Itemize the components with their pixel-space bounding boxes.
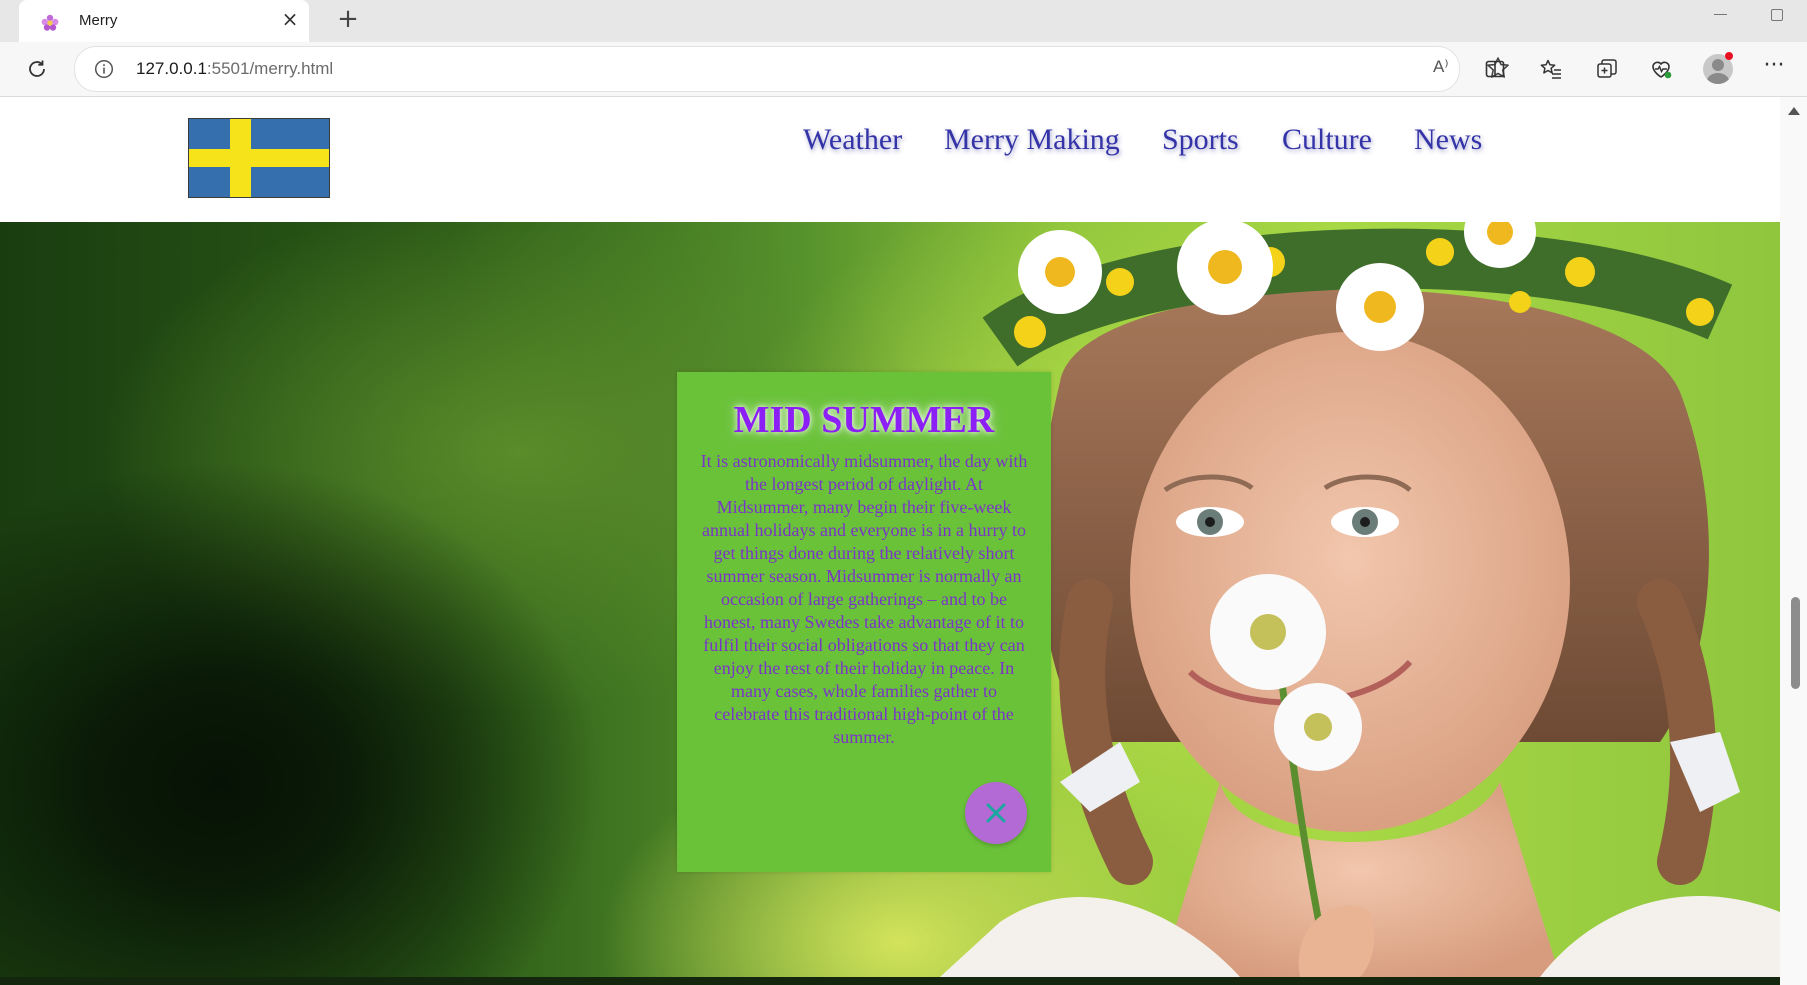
- reload-icon[interactable]: [21, 53, 53, 85]
- favorites-icon[interactable]: [1535, 53, 1567, 85]
- next-section-edge: [0, 977, 1780, 985]
- browser-toolbar: 127.0.0.1:5501/merry.html A⁾ ···: [0, 42, 1807, 97]
- split-screen-icon[interactable]: [1479, 53, 1511, 85]
- nav-link-news[interactable]: News: [1414, 123, 1482, 157]
- card-body-text: It is astronomically midsummer, the day …: [700, 451, 1028, 747]
- nav-link-sports[interactable]: Sports: [1162, 123, 1239, 157]
- tab-title: Merry: [79, 12, 118, 29]
- close-icon: [986, 803, 1006, 823]
- read-aloud-icon[interactable]: A⁾: [1433, 57, 1459, 81]
- browser-essentials-heart-icon[interactable]: [1645, 53, 1677, 85]
- page-viewport: Weather Merry Making Sports Culture News: [0, 97, 1780, 985]
- address-bar[interactable]: 127.0.0.1:5501/merry.html A⁾: [74, 46, 1509, 92]
- site-header: Weather Merry Making Sports Culture News: [0, 97, 1780, 222]
- page-scrollbar[interactable]: [1780, 97, 1807, 985]
- main-nav: Weather Merry Making Sports Culture News: [0, 123, 1780, 163]
- hero-photo-girl-with-flower-crown: [940, 222, 1780, 977]
- collections-icon[interactable]: [1591, 53, 1623, 85]
- url-host: 127.0.0.1: [136, 59, 207, 78]
- nav-link-merry-making[interactable]: Merry Making: [944, 123, 1120, 157]
- url-text[interactable]: 127.0.0.1:5501/merry.html: [136, 59, 333, 79]
- nav-link-weather[interactable]: Weather: [803, 123, 902, 157]
- card-close-button[interactable]: [965, 782, 1027, 844]
- midsummer-info-card: MID SUMMER It is astronomically midsumme…: [677, 372, 1051, 872]
- browser-tab-strip: Merry × +: [0, 0, 1807, 42]
- nav-link-culture[interactable]: Culture: [1282, 123, 1372, 157]
- scrollbar-thumb[interactable]: [1791, 597, 1800, 689]
- restore-window-icon[interactable]: [1768, 6, 1784, 22]
- new-tab-icon[interactable]: +: [331, 4, 365, 38]
- card-title: MID SUMMER: [733, 399, 995, 441]
- scroll-up-arrow-icon[interactable]: [1788, 107, 1800, 115]
- hero-banner: MID SUMMER It is astronomically midsumme…: [0, 222, 1780, 977]
- notification-dot: [1725, 52, 1733, 60]
- flower-favicon-icon: [41, 14, 59, 31]
- browser-tab[interactable]: Merry ×: [19, 0, 309, 42]
- minimize-window-icon[interactable]: [1710, 10, 1730, 15]
- more-options-icon[interactable]: ···: [1758, 53, 1790, 85]
- tab-close-icon[interactable]: ×: [279, 8, 301, 30]
- site-info-icon[interactable]: [94, 59, 114, 79]
- url-path: :5501/merry.html: [206, 59, 334, 78]
